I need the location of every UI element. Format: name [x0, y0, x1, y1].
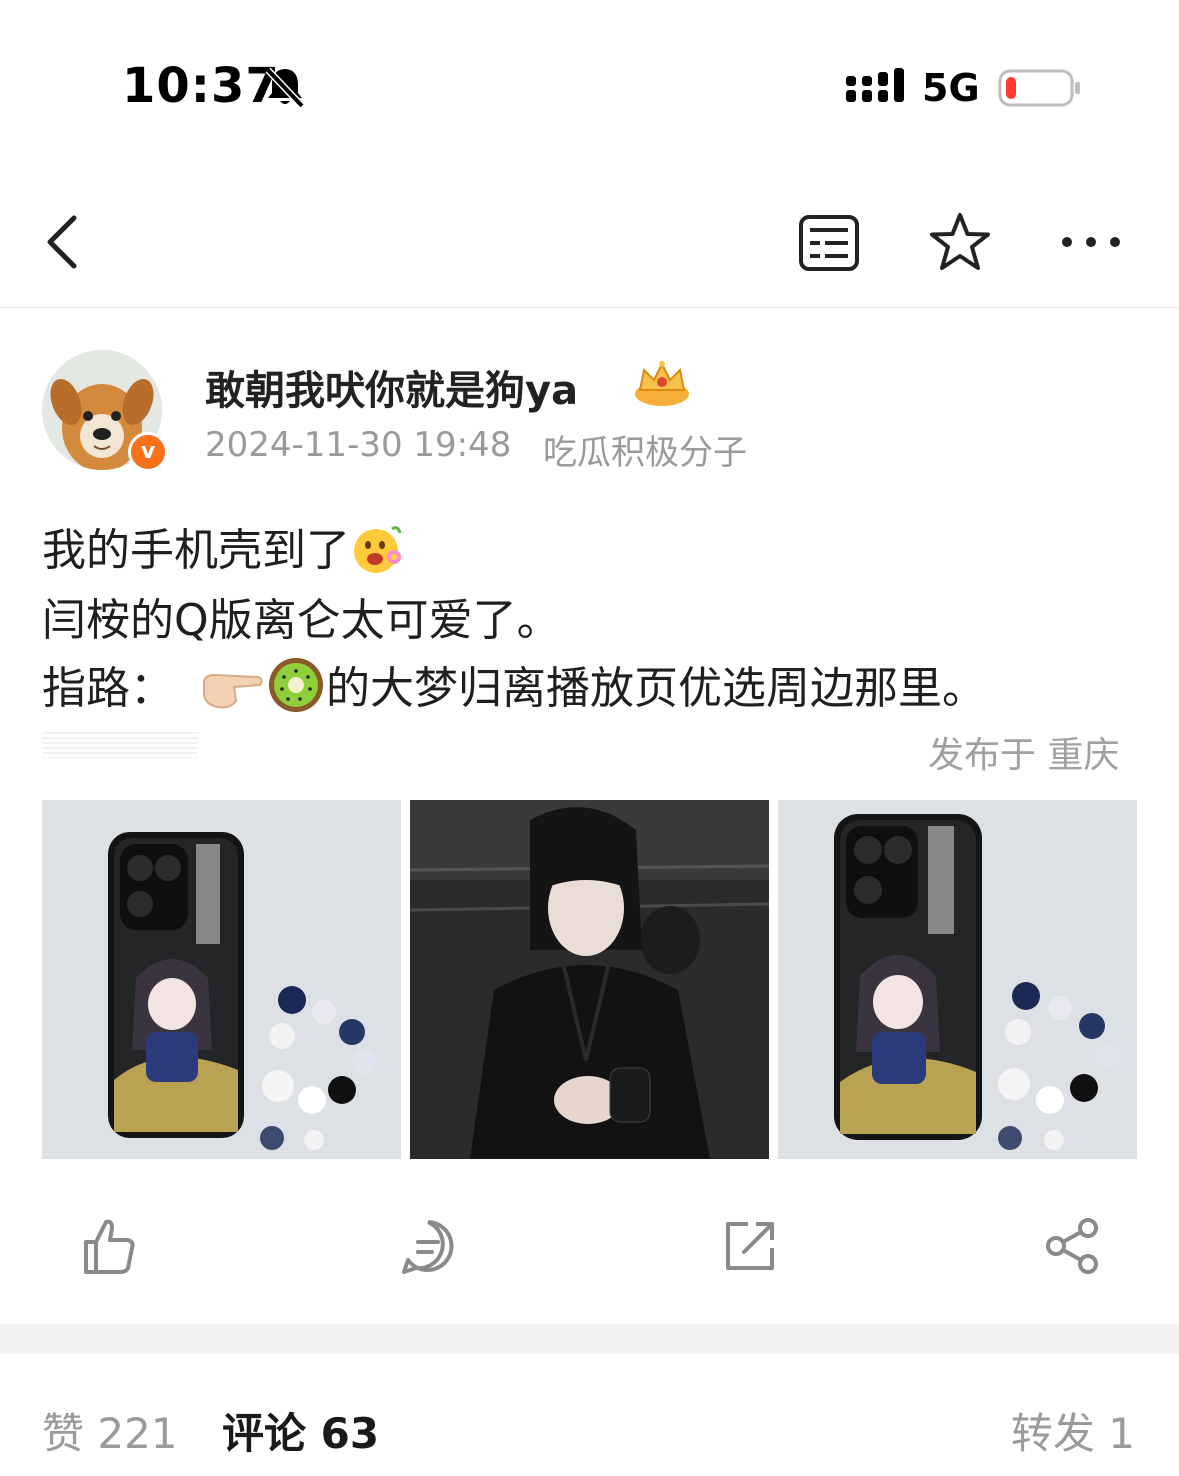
post-location: 发布于 重庆: [928, 735, 1120, 776]
post-timestamp: 2024-11-30 19:48: [205, 425, 512, 465]
post-line-3: 指路： 的大梦归离播放页优选周边那里。: [42, 652, 986, 724]
repost-icon[interactable]: [718, 1214, 782, 1278]
bell-slash-icon: [265, 67, 305, 109]
nav-divider: [0, 307, 1179, 308]
phone-case-photo: [778, 800, 1137, 1159]
comment-icon[interactable]: [396, 1214, 460, 1278]
user-tag: 吃瓜积极分子: [543, 433, 747, 473]
post-text-line-3-suffix: 的大梦归离播放页优选周边那里。: [326, 663, 986, 714]
battery-icon: [998, 69, 1080, 107]
post-line-1: 我的手机壳到了: [42, 514, 408, 586]
post-text-line-3-prefix: 指路：: [42, 663, 174, 714]
share-icon[interactable]: [1040, 1214, 1104, 1278]
image-1[interactable]: [42, 800, 401, 1159]
back-chevron-icon[interactable]: [38, 210, 88, 274]
like-icon[interactable]: [76, 1214, 140, 1278]
crown-icon: [635, 361, 689, 406]
faded-text-placeholder: [42, 732, 198, 758]
post-line-2: 闫桉的Q版离仑太可爱了。: [42, 595, 561, 646]
author-name[interactable]: 敢朝我吠你就是狗ya: [205, 358, 578, 416]
signal-icon: [846, 68, 904, 102]
image-2[interactable]: [410, 800, 769, 1159]
section-divider: [0, 1324, 1179, 1354]
status-time: 10:37: [122, 58, 280, 114]
phone-case-photo: [42, 800, 401, 1159]
more-icon[interactable]: [1058, 222, 1124, 262]
actor-photo: [410, 800, 769, 1159]
kiwi-emoji: [266, 655, 326, 724]
pointing-hand-emoji: [200, 665, 266, 724]
verified-badge: v: [128, 432, 168, 472]
tab-likes[interactable]: 赞 221: [42, 1400, 178, 1461]
tab-comments[interactable]: 评论 63: [222, 1400, 379, 1461]
image-3[interactable]: [778, 800, 1137, 1159]
tab-reposts[interactable]: 转发 1: [1011, 1400, 1135, 1461]
star-icon[interactable]: [928, 210, 992, 274]
happy-flower-emoji: [350, 523, 408, 586]
list-icon[interactable]: [798, 214, 860, 272]
network-type: 5G: [922, 66, 980, 110]
post-text-line-1: 我的手机壳到了: [42, 525, 350, 576]
